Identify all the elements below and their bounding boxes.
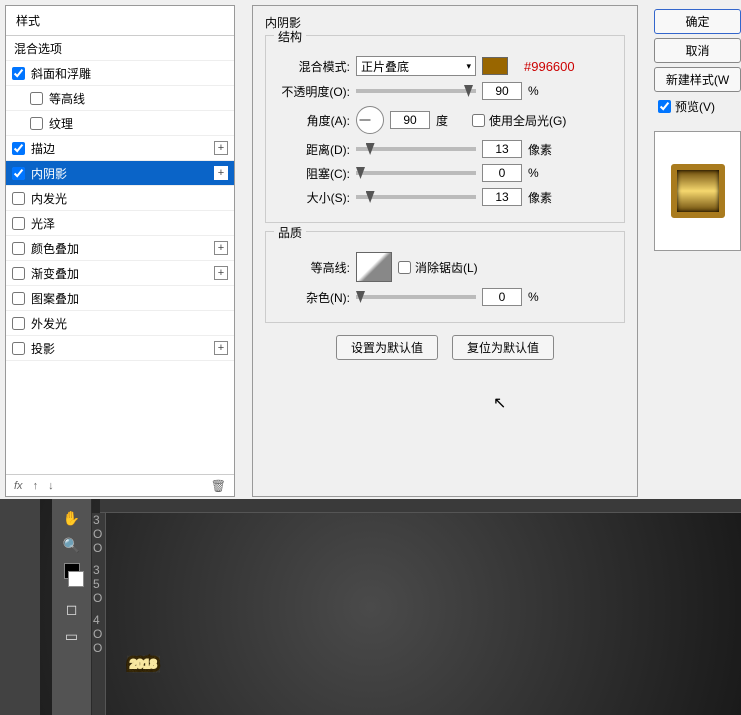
distance-slider[interactable] [356, 147, 476, 151]
screen-mode-icon[interactable]: ▭ [60, 624, 84, 648]
ok-button[interactable]: 确定 [654, 9, 741, 34]
choke-slider[interactable] [356, 171, 476, 175]
style-item-gradient-overlay[interactable]: 渐变叠加 + [6, 261, 234, 286]
styles-header: 样式 [6, 6, 234, 36]
angle-dial[interactable] [356, 106, 384, 134]
tools-column: ✋ 🔍 ◻ ▭ [52, 499, 92, 715]
new-style-button[interactable]: 新建样式(W [654, 67, 741, 92]
style-checkbox[interactable] [12, 242, 25, 255]
style-item-bevel[interactable]: 斜面和浮雕 [6, 61, 234, 86]
noise-input[interactable]: 0 [482, 288, 522, 306]
add-icon[interactable]: + [214, 141, 228, 155]
add-icon[interactable]: + [214, 166, 228, 180]
trash-icon[interactable]: 🗑 [211, 479, 226, 493]
canvas-area: ✋ 🔍 ◻ ▭ 3 O O 3 5 O 4 O O 20 [0, 499, 741, 715]
style-checkbox[interactable] [12, 167, 25, 180]
hex-value: #996600 [524, 59, 575, 74]
styles-panel: 样式 混合选项 斜面和浮雕 等高线 纹理 描边 + 内阴影 + 内发光 光泽 颜… [5, 5, 235, 497]
arrow-up-icon[interactable]: ↑ [33, 480, 39, 492]
style-checkbox[interactable] [12, 292, 25, 305]
structure-group: 结构 混合模式: 正片叠底 ▾ #996600 不透明度(O): 90 % 角度… [265, 35, 625, 223]
settings-panel: 内阴影 结构 混合模式: 正片叠底 ▾ #996600 不透明度(O): 90 … [252, 5, 638, 497]
style-item-contour[interactable]: 等高线 [6, 86, 234, 111]
preview-checkbox[interactable]: 预览(V) [658, 98, 741, 115]
angle-label: 角度(A): [272, 112, 350, 129]
style-checkbox[interactable] [12, 142, 25, 155]
panel-title: 内阴影 [265, 14, 625, 31]
quality-title: 品质 [274, 224, 306, 241]
style-checkbox[interactable] [12, 192, 25, 205]
quality-group: 品质 等高线: 消除锯齿(L) 杂色(N): 0 % [265, 231, 625, 323]
contour-label: 等高线: [272, 259, 350, 276]
noise-slider[interactable] [356, 295, 476, 299]
style-checkbox[interactable] [12, 67, 25, 80]
hand-tool-icon[interactable]: ✋ [60, 506, 84, 530]
caret-icon: ▾ [466, 61, 471, 72]
ruler-vertical: 3 O O 3 5 O 4 O O [92, 513, 106, 715]
style-item-texture[interactable]: 纹理 [6, 111, 234, 136]
size-input[interactable]: 13 [482, 188, 522, 206]
style-checkbox[interactable] [12, 267, 25, 280]
blend-mode-label: 混合模式: [272, 58, 350, 75]
styles-footer: fx ↑ ↓ 🗑 [6, 474, 234, 496]
size-label: 大小(S): [272, 189, 350, 206]
style-item-stroke[interactable]: 描边 + [6, 136, 234, 161]
magnify-tool-icon[interactable]: 🔍 [60, 533, 84, 557]
bg-color-swatch[interactable] [68, 571, 84, 587]
style-item-satin[interactable]: 光泽 [6, 211, 234, 236]
style-item-blending[interactable]: 混合选项 [6, 36, 234, 61]
set-default-button[interactable]: 设置为默认值 [336, 335, 438, 360]
style-checkbox[interactable] [12, 342, 25, 355]
fx-icon[interactable]: fx [14, 480, 23, 492]
quickmask-icon[interactable]: ◻ [60, 597, 84, 621]
style-checkbox[interactable] [30, 92, 43, 105]
distance-label: 距离(D): [272, 141, 350, 158]
cancel-button[interactable]: 取消 [654, 38, 741, 63]
choke-input[interactable]: 0 [482, 164, 522, 182]
style-item-color-overlay[interactable]: 颜色叠加 + [6, 236, 234, 261]
ruler-horizontal [100, 499, 741, 513]
gold-text-artwork: 2018 2018 2018 [120, 513, 740, 713]
choke-label: 阻塞(C): [272, 165, 350, 182]
noise-label: 杂色(N): [272, 289, 350, 306]
style-checkbox[interactable] [30, 117, 43, 130]
style-item-inner-shadow[interactable]: 内阴影 + [6, 161, 234, 186]
angle-input[interactable]: 90 [390, 111, 430, 129]
opacity-input[interactable]: 90 [482, 82, 522, 100]
svg-text:2018: 2018 [130, 657, 157, 671]
reset-default-button[interactable]: 复位为默认值 [452, 335, 554, 360]
style-item-pattern-overlay[interactable]: 图案叠加 [6, 286, 234, 311]
contour-picker[interactable] [356, 252, 392, 282]
style-item-inner-glow[interactable]: 内发光 [6, 186, 234, 211]
collapsed-panel[interactable] [0, 499, 40, 715]
right-panel: 确定 取消 新建样式(W 预览(V) [650, 5, 741, 497]
size-slider[interactable] [356, 195, 476, 199]
add-icon[interactable]: + [214, 241, 228, 255]
blend-mode-select[interactable]: 正片叠底 ▾ [356, 56, 476, 76]
opacity-slider[interactable] [356, 89, 476, 93]
distance-input[interactable]: 13 [482, 140, 522, 158]
add-icon[interactable]: + [214, 266, 228, 280]
arrow-down-icon[interactable]: ↓ [48, 480, 54, 492]
global-light-checkbox[interactable]: 使用全局光(G) [472, 112, 566, 129]
style-item-drop-shadow[interactable]: 投影 + [6, 336, 234, 361]
color-swatch[interactable] [482, 57, 508, 75]
preview-swatch [671, 164, 725, 218]
add-icon[interactable]: + [214, 341, 228, 355]
anti-alias-checkbox[interactable]: 消除锯齿(L) [398, 259, 478, 276]
style-item-outer-glow[interactable]: 外发光 [6, 311, 234, 336]
preview-box [654, 131, 741, 251]
style-checkbox[interactable] [12, 317, 25, 330]
style-checkbox[interactable] [12, 217, 25, 230]
opacity-label: 不透明度(O): [272, 83, 350, 100]
structure-title: 结构 [274, 28, 306, 45]
